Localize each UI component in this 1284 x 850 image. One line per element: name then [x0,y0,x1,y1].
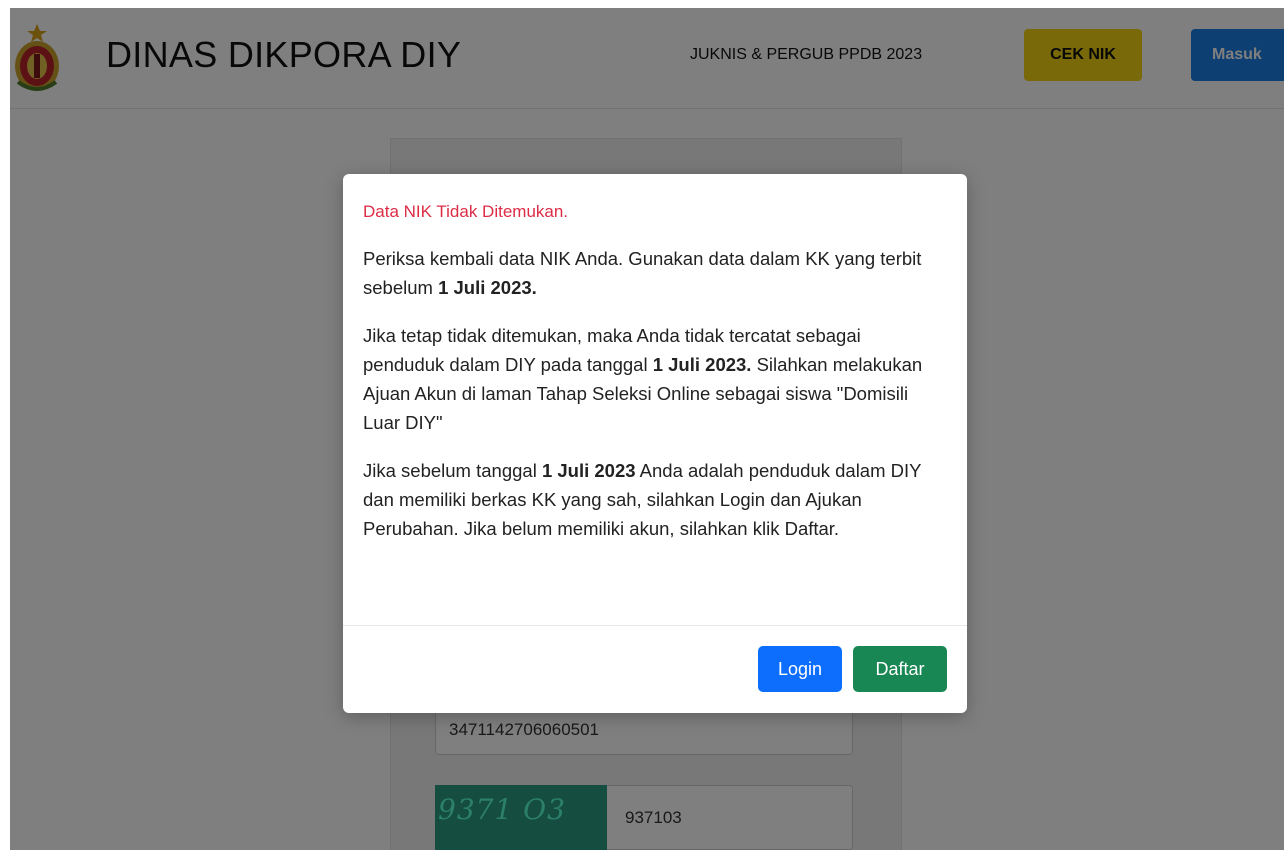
daftar-button[interactable]: Daftar [853,646,947,692]
dialog-body: Data NIK Tidak Ditemukan. Periksa kembal… [363,202,947,562]
dialog-paragraph-2: Jika tetap tidak ditemukan, maka Anda ti… [363,325,923,433]
app-window: DINAS DIKPORA DIY JUKNIS & PERGUB PPDB 2… [10,8,1284,850]
dialog-footer-divider [343,625,967,626]
nik-not-found-dialog: Data NIK Tidak Ditemukan. Periksa kembal… [343,174,967,713]
dialog-paragraph-3: Jika sebelum tanggal 1 Juli 2023 Anda ad… [363,460,922,539]
dialog-paragraph-1: Periksa kembali data NIK Anda. Gunakan d… [363,248,922,298]
dialog-title: Data NIK Tidak Ditemukan. [363,202,569,221]
login-button[interactable]: Login [758,646,842,692]
